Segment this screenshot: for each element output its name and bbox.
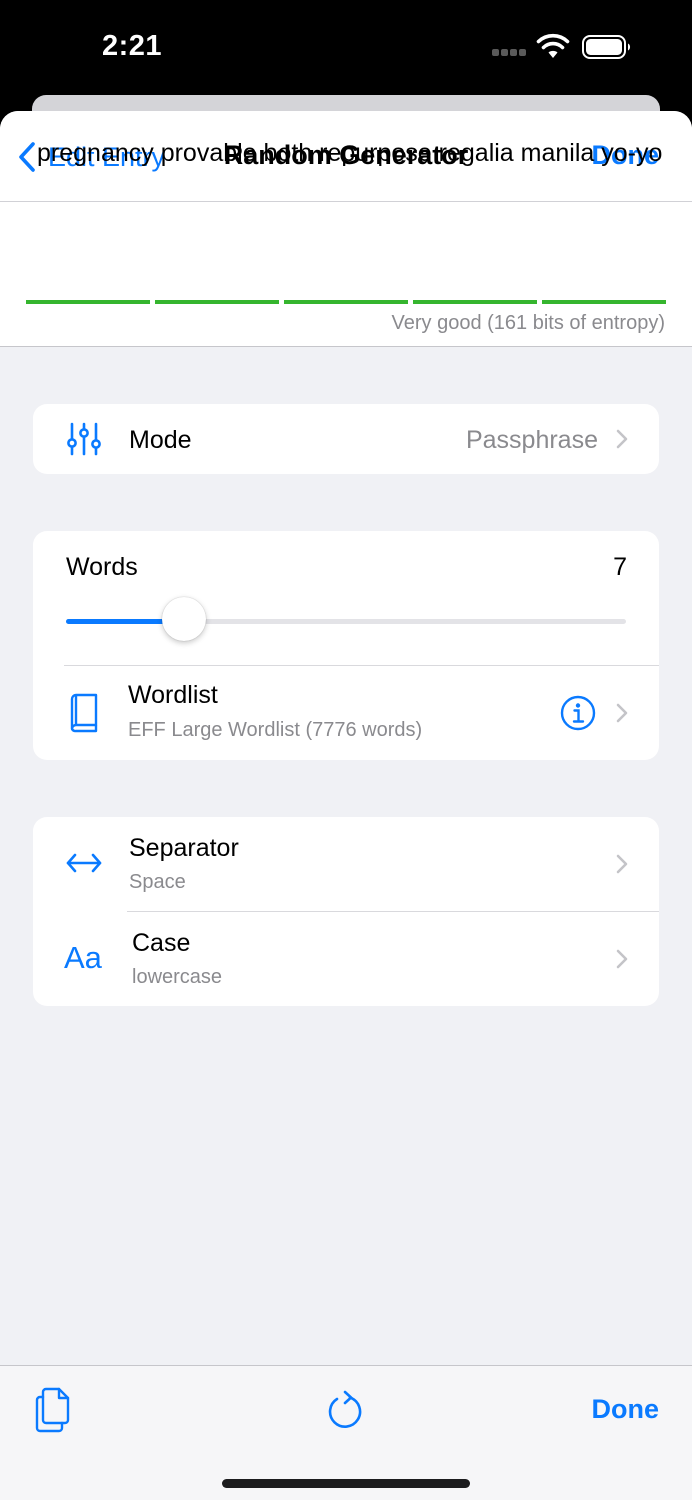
strength-meter [26, 300, 666, 304]
wordlist-label: Wordlist [128, 681, 218, 709]
case-label: Case [132, 929, 191, 957]
info-circle-icon[interactable] [560, 695, 596, 731]
sliders-icon [67, 422, 101, 456]
status-bar: 2:21 [0, 0, 692, 96]
toolbar-done-button[interactable]: Done [592, 1394, 660, 1425]
separator-row[interactable]: Separator Space [33, 817, 659, 911]
case-value: lowercase [132, 966, 223, 988]
case-icon: Aa [64, 940, 102, 975]
mode-card: Mode Passphrase [33, 404, 659, 474]
mode-row[interactable]: Mode Passphrase [33, 404, 659, 474]
book-icon [70, 693, 98, 733]
mode-label: Mode [129, 426, 192, 454]
generated-password[interactable]: pregnancy provable both repurpose regali… [37, 135, 667, 171]
bottom-toolbar: Done [0, 1365, 692, 1500]
status-time: 2:21 [102, 30, 163, 62]
words-label: Words [66, 553, 138, 581]
strength-label: Very good (161 bits of entropy) [391, 312, 666, 334]
words-count: 7 [613, 553, 627, 581]
mode-value: Passphrase [465, 426, 598, 454]
copy-icon[interactable] [35, 1387, 73, 1433]
wifi-icon [536, 33, 570, 58]
chevron-right-icon [616, 703, 628, 723]
chevron-right-icon [616, 854, 628, 874]
chevron-right-icon [616, 429, 628, 449]
refresh-icon[interactable] [328, 1390, 364, 1430]
wordlist-row[interactable]: Wordlist EFF Large Wordlist (7776 words) [33, 666, 659, 760]
words-card: Words 7 Wordlist EFF Large Wordlist (777… [33, 531, 659, 760]
home-indicator [222, 1479, 470, 1488]
wordlist-subtitle: EFF Large Wordlist (7776 words) [128, 719, 423, 741]
cellular-signal-icon [492, 49, 528, 57]
words-slider[interactable] [66, 619, 626, 624]
strength-segment [26, 300, 150, 304]
strength-segment [155, 300, 279, 304]
separator-label: Separator [129, 834, 239, 862]
slider-thumb[interactable] [161, 597, 206, 641]
arrows-left-right-icon [66, 853, 102, 873]
chevron-right-icon [616, 949, 628, 969]
format-card: Separator Space Aa Case lowercase [33, 817, 659, 1006]
strength-segment [542, 300, 666, 304]
separator-value: Space [129, 871, 186, 893]
strength-segment [284, 300, 408, 304]
strength-segment [413, 300, 537, 304]
case-row[interactable]: Aa Case lowercase [33, 912, 659, 1006]
battery-icon [582, 35, 631, 59]
generator-sheet: Edit Entry Random Generator Done pregnan… [0, 111, 692, 1500]
